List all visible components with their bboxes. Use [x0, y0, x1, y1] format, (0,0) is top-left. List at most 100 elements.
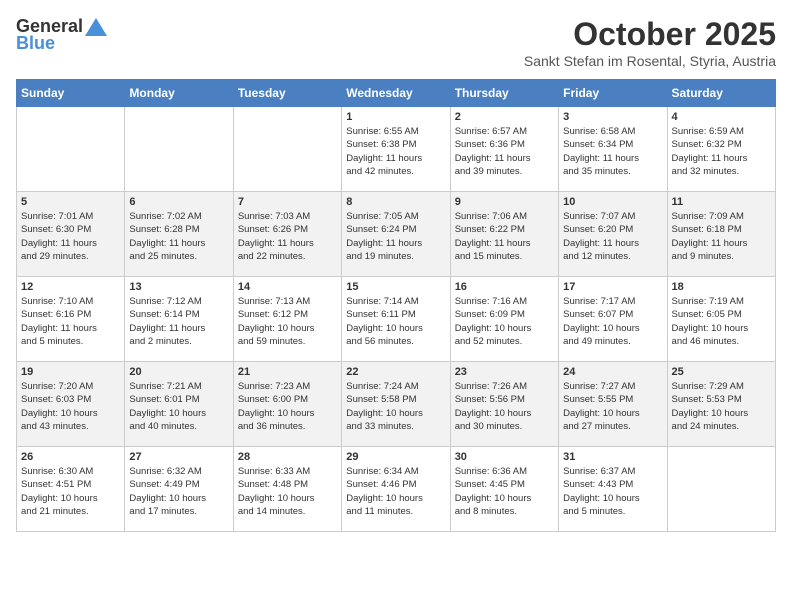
- day-number: 15: [346, 281, 445, 293]
- day-number: 13: [129, 281, 228, 293]
- calendar-cell: 3Sunrise: 6:58 AM Sunset: 6:34 PM Daylig…: [559, 107, 667, 192]
- calendar-cell: 18 Sunrise: 7:19 AM Sunset: 6:05 PM Dayli…: [667, 277, 775, 362]
- day-number: 17: [563, 281, 662, 293]
- day-number: 18: [672, 281, 771, 293]
- calendar-cell: 1 Sunrise: 6:55 AM Sunset: 6:38 PM Daylig…: [342, 107, 450, 192]
- calendar-cell: 11Sunrise: 7:09 AM Sunset: 6:18 PM Dayli…: [667, 192, 775, 277]
- day-info: Sunrise: 7:21 AM Sunset: 6:01 PM Dayligh…: [129, 380, 228, 433]
- month-title: October 2025: [524, 16, 776, 53]
- calendar-cell: 28Sunrise: 6:33 AM Sunset: 4:48 PM Dayli…: [233, 447, 341, 532]
- day-number: 3: [563, 111, 662, 123]
- day-info: Sunrise: 7:13 AM Sunset: 6:12 PM Dayligh…: [238, 295, 337, 348]
- day-number: 26: [21, 451, 120, 463]
- logo-container: General Blue: [16, 16, 107, 54]
- day-number: 6: [129, 196, 228, 208]
- day-info: Sunrise: 7:12 AM Sunset: 6:14 PM Dayligh…: [129, 295, 228, 348]
- calendar-week-1: 1 Sunrise: 6:55 AM Sunset: 6:38 PM Daylig…: [17, 107, 776, 192]
- calendar-cell: 31 Sunrise: 6:37 AM Sunset: 4:43 PM Dayli…: [559, 447, 667, 532]
- day-info: Sunrise: 7:24 AM Sunset: 5:58 PM Dayligh…: [346, 380, 445, 433]
- calendar-cell: [233, 107, 341, 192]
- calendar-week-4: 19 Sunrise: 7:20 AM Sunset: 6:03 PM Dayli…: [17, 362, 776, 447]
- day-number: 8: [346, 196, 445, 208]
- day-info: Sunrise: 7:19 AM Sunset: 6:05 PM Dayligh…: [672, 295, 771, 348]
- day-info: Sunrise: 6:34 AM Sunset: 4:46 PM Dayligh…: [346, 465, 445, 518]
- day-info: Sunrise: 6:30 AM Sunset: 4:51 PM Dayligh…: [21, 465, 120, 518]
- calendar-cell: 27Sunrise: 6:32 AM Sunset: 4:49 PM Dayli…: [125, 447, 233, 532]
- weekday-header-friday: Friday: [559, 80, 667, 107]
- calendar-cell: 8Sunrise: 7:05 AM Sunset: 6:24 PM Daylig…: [342, 192, 450, 277]
- calendar-cell: 24 Sunrise: 7:27 AM Sunset: 5:55 PM Dayli…: [559, 362, 667, 447]
- calendar-cell: 5 Sunrise: 7:01 AM Sunset: 6:30 PM Daylig…: [17, 192, 125, 277]
- day-info: Sunrise: 7:02 AM Sunset: 6:28 PM Dayligh…: [129, 210, 228, 263]
- calendar-cell: 29 Sunrise: 6:34 AM Sunset: 4:46 PM Dayli…: [342, 447, 450, 532]
- day-info: Sunrise: 7:14 AM Sunset: 6:11 PM Dayligh…: [346, 295, 445, 348]
- calendar-cell: [667, 447, 775, 532]
- day-info: Sunrise: 7:26 AM Sunset: 5:56 PM Dayligh…: [455, 380, 554, 433]
- calendar-cell: 17Sunrise: 7:17 AM Sunset: 6:07 PM Dayli…: [559, 277, 667, 362]
- weekday-header-monday: Monday: [125, 80, 233, 107]
- day-number: 12: [21, 281, 120, 293]
- calendar-cell: 12 Sunrise: 7:10 AM Sunset: 6:16 PM Dayli…: [17, 277, 125, 362]
- calendar-cell: 4Sunrise: 6:59 AM Sunset: 6:32 PM Daylig…: [667, 107, 775, 192]
- day-number: 24: [563, 366, 662, 378]
- calendar-cell: 20 Sunrise: 7:21 AM Sunset: 6:01 PM Dayli…: [125, 362, 233, 447]
- day-number: 1: [346, 111, 445, 123]
- day-number: 29: [346, 451, 445, 463]
- day-number: 16: [455, 281, 554, 293]
- day-number: 14: [238, 281, 337, 293]
- weekday-header-sunday: Sunday: [17, 80, 125, 107]
- day-number: 25: [672, 366, 771, 378]
- calendar-cell: [125, 107, 233, 192]
- logo: General Blue: [16, 16, 107, 54]
- day-number: 30: [455, 451, 554, 463]
- calendar-cell: 19 Sunrise: 7:20 AM Sunset: 6:03 PM Dayli…: [17, 362, 125, 447]
- day-info: Sunrise: 7:10 AM Sunset: 6:16 PM Dayligh…: [21, 295, 120, 348]
- day-info: Sunrise: 7:23 AM Sunset: 6:00 PM Dayligh…: [238, 380, 337, 433]
- day-number: 11: [672, 196, 771, 208]
- calendar-cell: 23 Sunrise: 7:26 AM Sunset: 5:56 PM Dayli…: [450, 362, 558, 447]
- page-header: General Blue October 2025 Sankt Stefan i…: [16, 16, 776, 69]
- calendar-cell: 2 Sunrise: 6:57 AM Sunset: 6:36 PM Daylig…: [450, 107, 558, 192]
- day-info: Sunrise: 6:57 AM Sunset: 6:36 PM Dayligh…: [455, 125, 554, 178]
- calendar-cell: 7 Sunrise: 7:03 AM Sunset: 6:26 PM Daylig…: [233, 192, 341, 277]
- day-number: 7: [238, 196, 337, 208]
- calendar-cell: [17, 107, 125, 192]
- title-block: October 2025 Sankt Stefan im Rosental, S…: [524, 16, 776, 69]
- day-info: Sunrise: 7:27 AM Sunset: 5:55 PM Dayligh…: [563, 380, 662, 433]
- day-info: Sunrise: 7:03 AM Sunset: 6:26 PM Dayligh…: [238, 210, 337, 263]
- calendar-cell: 10Sunrise: 7:07 AM Sunset: 6:20 PM Dayli…: [559, 192, 667, 277]
- day-number: 22: [346, 366, 445, 378]
- day-number: 23: [455, 366, 554, 378]
- day-number: 5: [21, 196, 120, 208]
- logo-icon: [85, 18, 107, 36]
- calendar-cell: 14 Sunrise: 7:13 AM Sunset: 6:12 PM Dayli…: [233, 277, 341, 362]
- logo-blue: Blue: [16, 33, 55, 54]
- day-info: Sunrise: 6:59 AM Sunset: 6:32 PM Dayligh…: [672, 125, 771, 178]
- weekday-header-row: SundayMondayTuesdayWednesdayThursdayFrid…: [17, 80, 776, 107]
- day-info: Sunrise: 7:07 AM Sunset: 6:20 PM Dayligh…: [563, 210, 662, 263]
- weekday-header-tuesday: Tuesday: [233, 80, 341, 107]
- day-number: 19: [21, 366, 120, 378]
- calendar-cell: 16Sunrise: 7:16 AM Sunset: 6:09 PM Dayli…: [450, 277, 558, 362]
- calendar-table: SundayMondayTuesdayWednesdayThursdayFrid…: [16, 79, 776, 532]
- day-info: Sunrise: 7:29 AM Sunset: 5:53 PM Dayligh…: [672, 380, 771, 433]
- calendar-cell: 25 Sunrise: 7:29 AM Sunset: 5:53 PM Dayli…: [667, 362, 775, 447]
- day-number: 2: [455, 111, 554, 123]
- day-info: Sunrise: 7:20 AM Sunset: 6:03 PM Dayligh…: [21, 380, 120, 433]
- day-info: Sunrise: 6:33 AM Sunset: 4:48 PM Dayligh…: [238, 465, 337, 518]
- weekday-header-thursday: Thursday: [450, 80, 558, 107]
- calendar-cell: 9 Sunrise: 7:06 AM Sunset: 6:22 PM Daylig…: [450, 192, 558, 277]
- day-info: Sunrise: 6:32 AM Sunset: 4:49 PM Dayligh…: [129, 465, 228, 518]
- calendar-cell: 26 Sunrise: 6:30 AM Sunset: 4:51 PM Dayli…: [17, 447, 125, 532]
- day-info: Sunrise: 7:01 AM Sunset: 6:30 PM Dayligh…: [21, 210, 120, 263]
- weekday-header-wednesday: Wednesday: [342, 80, 450, 107]
- day-info: Sunrise: 6:36 AM Sunset: 4:45 PM Dayligh…: [455, 465, 554, 518]
- day-number: 20: [129, 366, 228, 378]
- calendar-week-2: 5 Sunrise: 7:01 AM Sunset: 6:30 PM Daylig…: [17, 192, 776, 277]
- day-number: 9: [455, 196, 554, 208]
- day-info: Sunrise: 7:06 AM Sunset: 6:22 PM Dayligh…: [455, 210, 554, 263]
- day-info: Sunrise: 6:55 AM Sunset: 6:38 PM Dayligh…: [346, 125, 445, 178]
- day-info: Sunrise: 6:37 AM Sunset: 4:43 PM Dayligh…: [563, 465, 662, 518]
- calendar-cell: 30 Sunrise: 6:36 AM Sunset: 4:45 PM Dayli…: [450, 447, 558, 532]
- day-number: 31: [563, 451, 662, 463]
